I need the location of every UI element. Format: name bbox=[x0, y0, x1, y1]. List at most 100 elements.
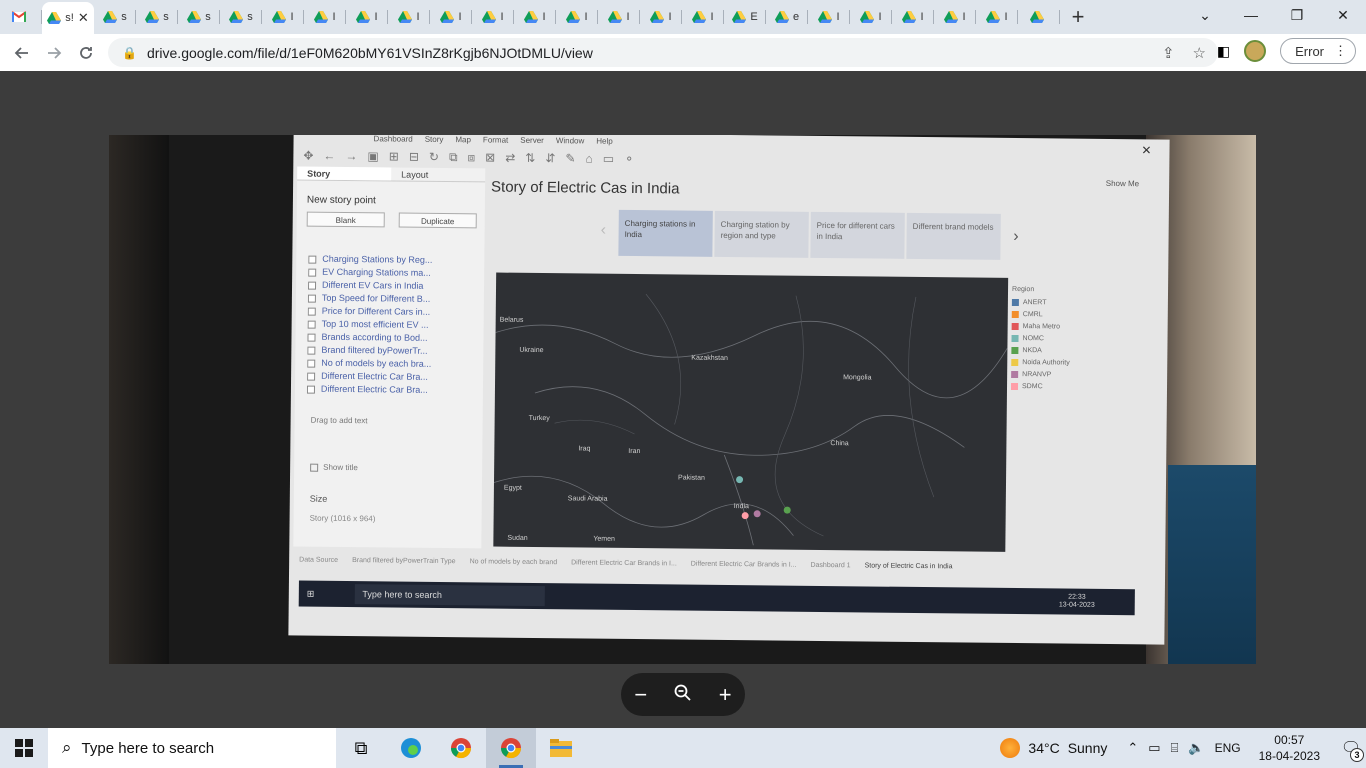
story-point-buttons: Blank Duplicate bbox=[306, 211, 485, 229]
duplicate-button: Duplicate bbox=[398, 212, 477, 229]
tab-16[interactable]: I bbox=[682, 0, 724, 34]
tab-2[interactable]: s bbox=[94, 0, 136, 34]
sheet-tab: Story of Electric Cas in India bbox=[864, 561, 953, 570]
map-country-label: Egypt bbox=[503, 484, 522, 492]
tab-13[interactable]: I bbox=[556, 0, 598, 34]
tab-14[interactable]: I bbox=[598, 0, 640, 34]
tab-9[interactable]: I bbox=[388, 0, 430, 34]
tab-15[interactable]: I bbox=[640, 0, 682, 34]
chrome-profile-icon[interactable] bbox=[486, 728, 536, 768]
error-button[interactable]: Error ⋮ bbox=[1280, 38, 1356, 64]
taskbar-clock[interactable]: 00:57 18-04-2023 bbox=[1259, 732, 1320, 764]
tab-24[interactable] bbox=[1018, 0, 1060, 34]
zoom-in-button[interactable]: + bbox=[719, 682, 732, 708]
notification-center-button[interactable]: 🗨 3 bbox=[1336, 728, 1366, 768]
tab-12[interactable]: I bbox=[514, 0, 556, 34]
tab-story: Story bbox=[297, 166, 392, 181]
tab-20[interactable]: I bbox=[850, 0, 892, 34]
tab-10[interactable]: I bbox=[430, 0, 472, 34]
reload-button[interactable] bbox=[70, 37, 102, 69]
network-icon[interactable]: ⌸ bbox=[1171, 740, 1179, 756]
tab-19[interactable]: I bbox=[808, 0, 850, 34]
error-label: Error bbox=[1295, 43, 1324, 59]
clock-time: 00:57 bbox=[1274, 733, 1305, 747]
tab-3[interactable]: s bbox=[136, 0, 178, 34]
story-point: Different brand models bbox=[906, 212, 1001, 260]
profile-avatar[interactable] bbox=[1244, 40, 1267, 62]
drive-icon bbox=[356, 11, 371, 23]
photo-start-icon: ⊞ bbox=[306, 588, 315, 599]
share-icon[interactable]: ⇪ bbox=[1162, 44, 1175, 62]
tab-0[interactable] bbox=[0, 0, 42, 34]
map-country-label: Sudan bbox=[507, 534, 528, 542]
tab-label: s bbox=[247, 11, 253, 23]
side-panel-icon[interactable]: ◧ bbox=[1217, 43, 1230, 60]
battery-icon[interactable]: ▭ bbox=[1148, 740, 1160, 756]
file-explorer-icon[interactable] bbox=[536, 728, 586, 768]
new-story-point-label: New story point bbox=[306, 194, 376, 207]
tab-label: I bbox=[290, 11, 294, 23]
sheet-tab: Different Electric Car Brands in I... bbox=[571, 558, 677, 567]
chevron-up-icon[interactable]: ⌃ bbox=[1127, 740, 1138, 756]
tab-search-dropdown-icon[interactable]: ⌄ bbox=[1182, 0, 1228, 30]
tab-23[interactable]: I bbox=[976, 0, 1018, 34]
chrome-icon[interactable] bbox=[436, 728, 486, 768]
tab-21[interactable]: I bbox=[892, 0, 934, 34]
drive-icon bbox=[187, 11, 202, 23]
chevron-right-icon: › bbox=[1013, 227, 1019, 246]
save-icon: ▣ bbox=[367, 149, 379, 164]
edge-icon[interactable] bbox=[386, 728, 436, 768]
sheet-icon bbox=[308, 268, 317, 277]
checkbox-icon bbox=[310, 463, 319, 472]
tab-1[interactable]: s! ✕ bbox=[42, 2, 94, 34]
tab-8[interactable]: I bbox=[346, 0, 388, 34]
tab-label: I bbox=[584, 11, 588, 23]
map-borders bbox=[493, 293, 1008, 546]
pause-icon: ⊟ bbox=[408, 149, 420, 164]
taskbar-search[interactable]: ⌕ Type here to search bbox=[48, 728, 336, 768]
sheet-icon bbox=[307, 320, 316, 329]
drive-icon bbox=[692, 11, 707, 23]
zoom-out-button[interactable]: − bbox=[634, 682, 647, 708]
tab-7[interactable]: I bbox=[304, 0, 346, 34]
story-points-nav: ‹ › Charging stations in India Charging s… bbox=[601, 209, 1019, 260]
tab-22[interactable]: I bbox=[934, 0, 976, 34]
tooltip-icon: ⌂ bbox=[585, 151, 593, 166]
zoom-icon[interactable] bbox=[674, 682, 692, 708]
forward-button[interactable] bbox=[38, 37, 70, 69]
tab-close-icon[interactable]: ✕ bbox=[78, 10, 89, 26]
close-button[interactable]: ✕ bbox=[1320, 0, 1366, 30]
map-country-label: Ukraine bbox=[519, 346, 544, 355]
charging-station-marker bbox=[735, 476, 744, 484]
task-view-icon[interactable]: ⧉ bbox=[336, 728, 386, 768]
tab-4[interactable]: s bbox=[178, 0, 220, 34]
arrow-right-icon bbox=[48, 46, 62, 59]
menu-item: Story bbox=[424, 135, 444, 144]
tab-6[interactable]: I bbox=[262, 0, 304, 34]
show-me-button: Show Me bbox=[1105, 178, 1140, 189]
tab-label: I bbox=[710, 11, 714, 23]
tab-11[interactable]: I bbox=[472, 0, 514, 34]
tab-label: I bbox=[500, 11, 504, 23]
volume-icon[interactable]: 🔈 bbox=[1188, 740, 1204, 756]
start-button[interactable] bbox=[0, 728, 48, 768]
sheet-name: Different Electric Car Bra... bbox=[321, 370, 429, 382]
tab-5[interactable]: s bbox=[220, 0, 262, 34]
language-indicator[interactable]: ENG bbox=[1215, 741, 1241, 755]
minimize-button[interactable]: — bbox=[1228, 0, 1274, 30]
back-button[interactable] bbox=[6, 37, 38, 69]
tab-18[interactable]: e bbox=[766, 0, 808, 34]
address-bar[interactable]: 🔒 drive.google.com/file/d/1eF0M620bMY61V… bbox=[108, 38, 1218, 67]
tab-17[interactable]: E bbox=[724, 0, 766, 34]
legend-swatch bbox=[1011, 310, 1019, 318]
bookmark-star-icon[interactable]: ☆ bbox=[1193, 44, 1206, 62]
new-tab-button[interactable]: + bbox=[1060, 0, 1096, 34]
map-country-label: Kazakhstan bbox=[691, 354, 728, 362]
weather-widget[interactable]: 34°C Sunny bbox=[1000, 738, 1107, 758]
sheet-icon bbox=[307, 307, 316, 316]
tab-label: s bbox=[163, 11, 169, 23]
sheet-tab: Different Electric Car Brands in I... bbox=[690, 560, 797, 569]
sheet-name: EV Charging Stations ma... bbox=[322, 266, 431, 278]
maximize-button[interactable]: ❐ bbox=[1274, 0, 1320, 30]
legend-swatch bbox=[1011, 370, 1019, 378]
